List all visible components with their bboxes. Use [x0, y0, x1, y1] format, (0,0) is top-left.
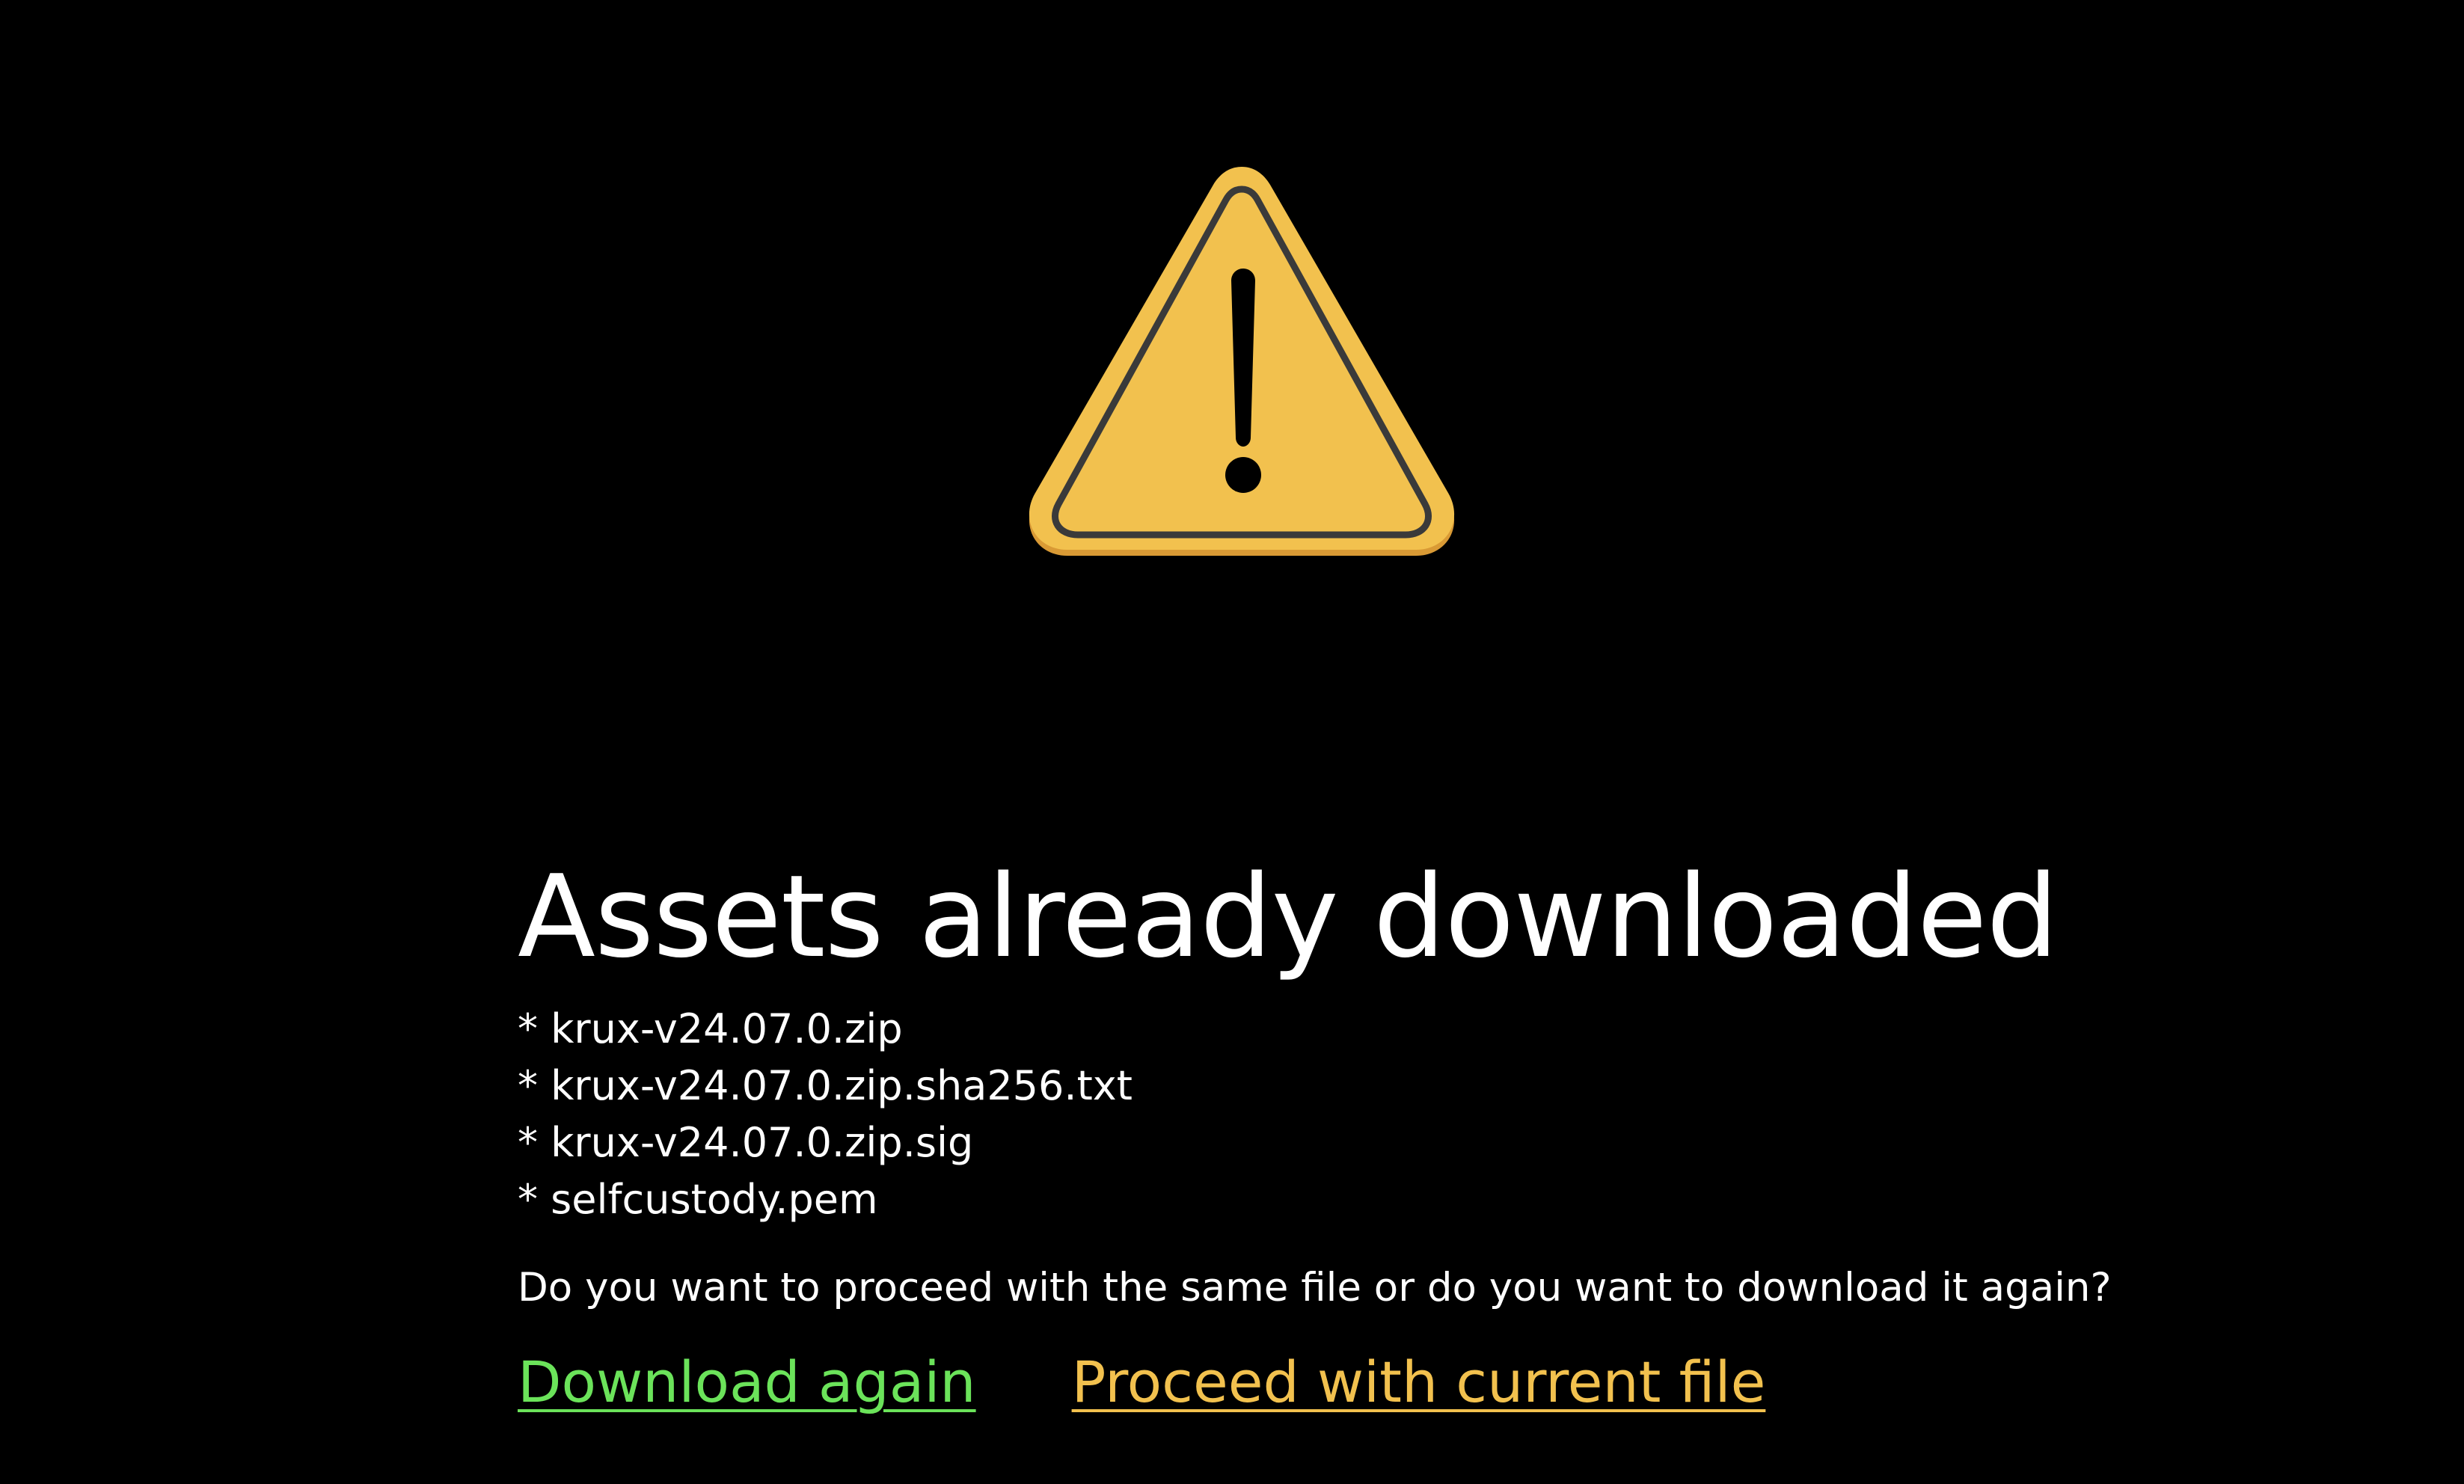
actions-row: Download again Proceed with current file: [518, 1351, 2313, 1414]
dialog-content: Assets already downloaded * krux-v24.07.…: [518, 860, 2313, 1414]
file-item: * selfcustody.pem: [518, 1176, 878, 1223]
file-item: * krux-v24.07.0.zip: [518, 1005, 903, 1052]
download-again-link[interactable]: Download again: [518, 1351, 976, 1414]
confirmation-question: Do you want to proceed with the same fil…: [518, 1265, 2112, 1310]
file-item: * krux-v24.07.0.zip.sha256.txt: [518, 1062, 1133, 1109]
warning-triangle-icon: [1017, 161, 1466, 565]
dialog-title: Assets already downloaded: [518, 850, 2059, 983]
file-list: * krux-v24.07.0.zip * krux-v24.07.0.zip.…: [518, 1001, 2313, 1228]
file-item: * krux-v24.07.0.zip.sig: [518, 1119, 974, 1166]
proceed-current-file-link[interactable]: Proceed with current file: [1072, 1351, 1766, 1414]
